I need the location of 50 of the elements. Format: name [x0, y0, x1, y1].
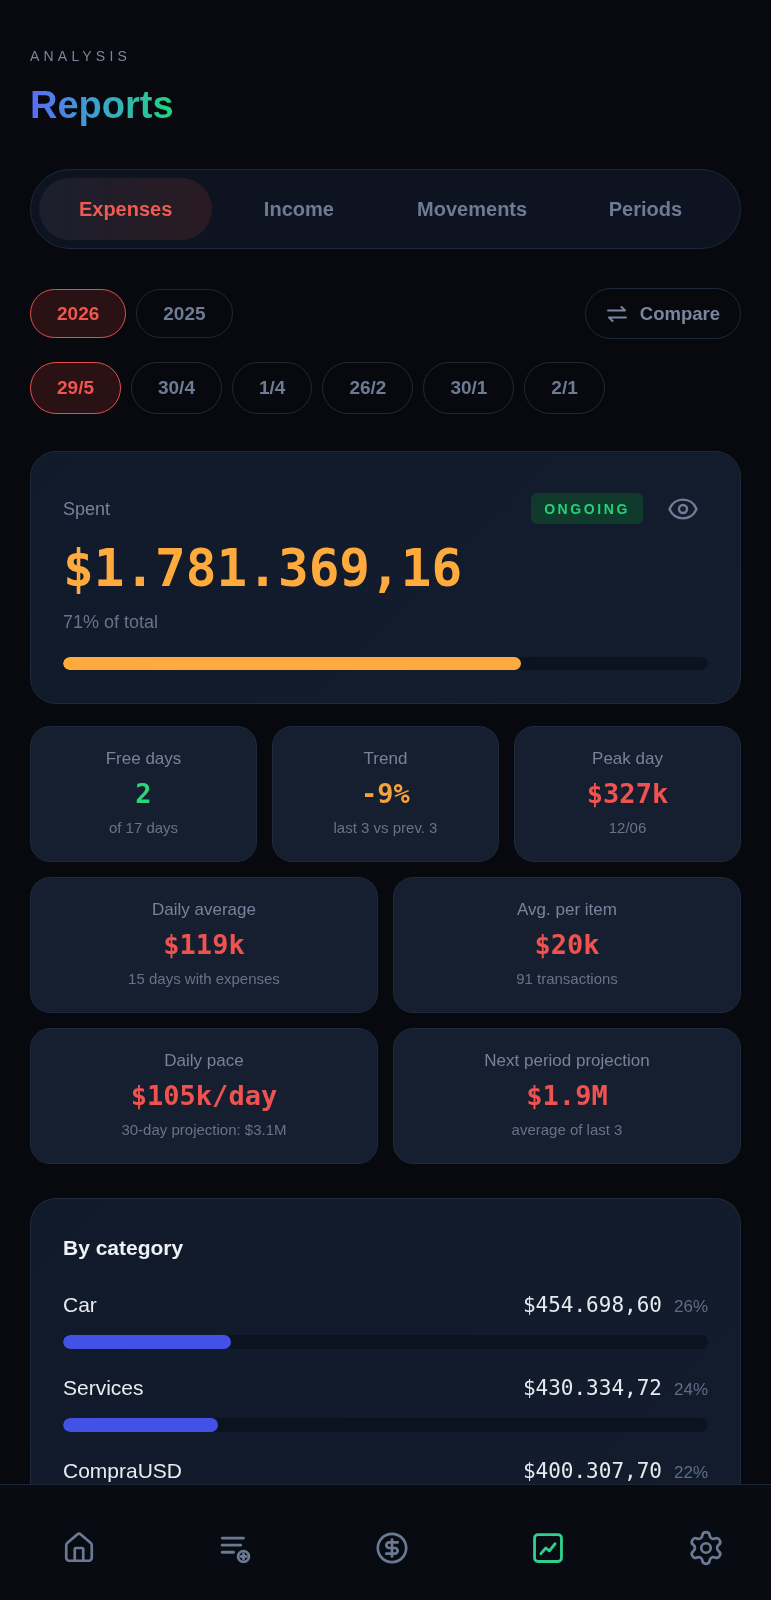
tab[interactable]: Expenses [39, 178, 213, 240]
stat-label: Next period projection [484, 1051, 650, 1071]
section-eyebrow: ANALYSIS [30, 48, 132, 64]
stat-note: 30-day projection: $3.1M [121, 1121, 287, 1139]
stat-value: $20k [534, 929, 600, 961]
stat-value: -9% [361, 778, 410, 810]
category-name: CompraUSD [63, 1459, 183, 1483]
stat-note: average of last 3 [511, 1121, 623, 1139]
stat-note: of 17 days [108, 819, 179, 837]
year-chip[interactable]: 2026 [30, 289, 127, 338]
settings-icon [687, 1528, 725, 1567]
category-share: 22% [673, 1463, 708, 1483]
tab[interactable]: Movements [385, 178, 559, 240]
stat-value: $1.9M [526, 1080, 608, 1112]
stat-value: $327k [586, 778, 669, 810]
category-amount: $454.698,60 [522, 1293, 662, 1317]
line-chart-icon [530, 1530, 565, 1565]
share-caption: 71% of total [63, 611, 159, 633]
money-nav-button[interactable] [374, 1530, 409, 1565]
category-amount: $400.307,70 [522, 1459, 662, 1483]
stat-label: Daily average [152, 900, 256, 920]
spent-amount: $1.781.369,16 [63, 540, 463, 598]
stat-note: last 3 vs prev. 3 [333, 819, 438, 837]
stat-label: Free days [105, 749, 182, 769]
stat-label: Avg. per item [517, 900, 617, 920]
category-title: By category [63, 1235, 184, 1261]
home-nav-button[interactable] [62, 1530, 96, 1565]
category-name: Services [63, 1376, 144, 1400]
tab[interactable]: Periods [558, 178, 732, 240]
stat-value: $105k/day [130, 1080, 278, 1112]
reports-nav-button[interactable] [530, 1530, 565, 1565]
stat-note: 12/06 [608, 819, 647, 837]
tab[interactable]: Income [212, 178, 386, 240]
stat-label: Trend [363, 749, 408, 769]
category-amount: $430.334,72 [522, 1376, 662, 1400]
stat-note: 15 days with expenses [128, 970, 280, 988]
date-chip[interactable]: 29/5 [30, 362, 121, 414]
stat-value: 2 [135, 778, 152, 810]
category-name: Car [63, 1293, 97, 1317]
home-icon [62, 1530, 96, 1565]
dollar-circle-icon [374, 1530, 409, 1565]
category-share: 24% [673, 1380, 708, 1400]
settings-nav-button[interactable] [687, 1528, 725, 1567]
stat-note: 91 transactions [516, 970, 618, 988]
status-badge: ONGOING [531, 493, 643, 524]
stat-value: $119k [163, 929, 245, 961]
stat-label: Daily pace [164, 1051, 244, 1071]
spent-label: Spent [63, 497, 111, 520]
category-share: 26% [673, 1297, 708, 1317]
stat-label: Peak day [592, 749, 663, 769]
